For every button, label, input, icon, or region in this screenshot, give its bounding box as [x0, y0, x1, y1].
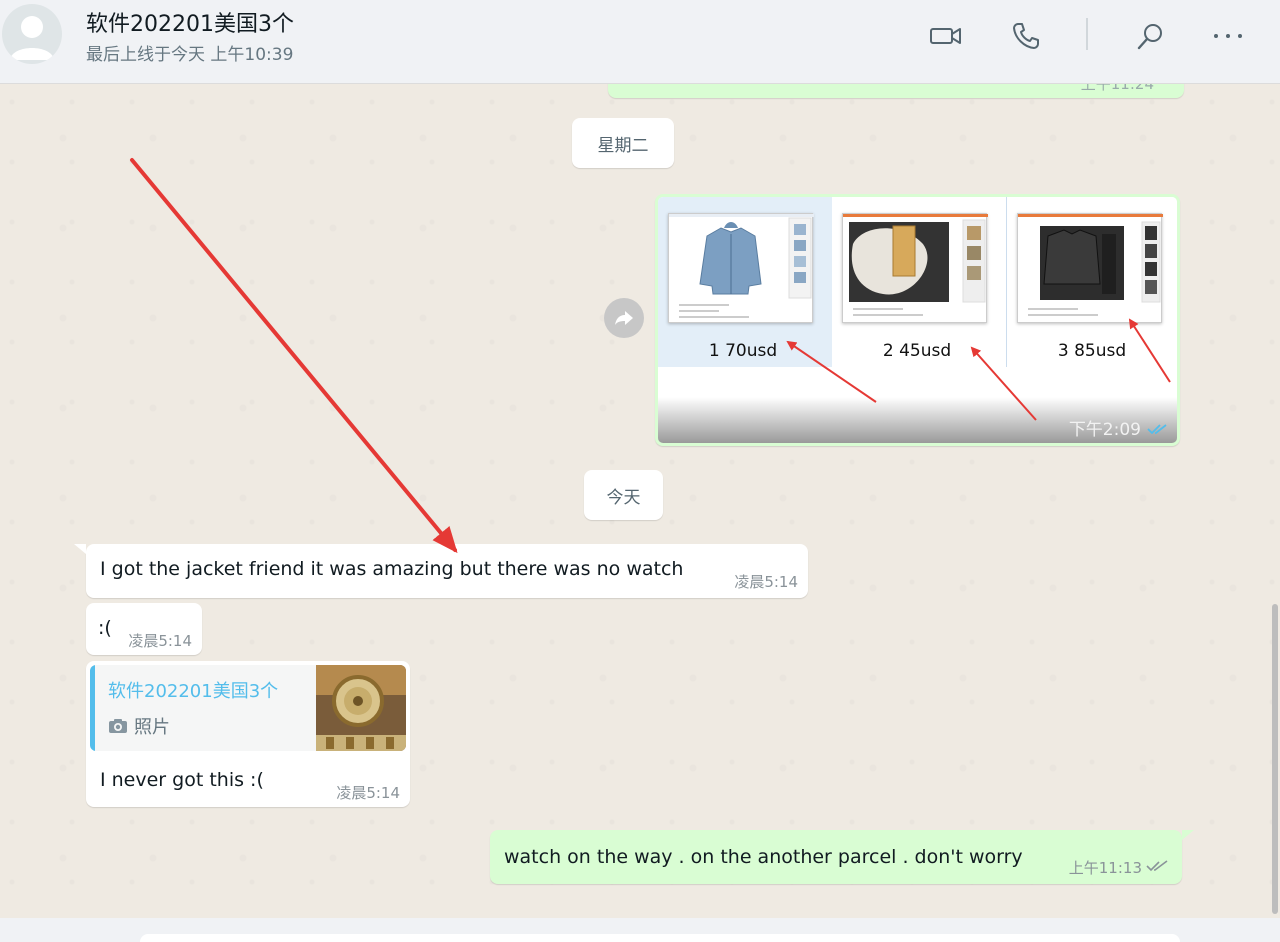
avatar[interactable] — [2, 4, 62, 64]
forward-icon — [615, 311, 633, 325]
bubble-tail — [74, 544, 86, 554]
date-separator: 星期二 — [572, 118, 674, 168]
search-icon — [1137, 24, 1162, 50]
scrollbar[interactable] — [1272, 604, 1278, 914]
voice-call-button[interactable] — [1006, 18, 1046, 54]
message-text: I got the jacket friend it was amazing b… — [100, 558, 684, 580]
message-time: 上午11:24 — [1080, 84, 1154, 93]
more-options-button[interactable] — [1208, 18, 1248, 54]
product-screenshot-jacket — [668, 213, 814, 323]
video-call-icon — [930, 28, 961, 44]
chat-header: 软件202201美国3个 最后上线于今天 上午10:39 — [0, 0, 1280, 84]
quoted-sender: 软件202201美国3个 — [108, 681, 279, 702]
message-text: :( — [98, 617, 112, 639]
product-screenshot-tracksuit — [1017, 213, 1163, 323]
message-time: 下午2:09 — [1068, 420, 1141, 440]
header-divider — [1086, 18, 1088, 50]
composer-bar — [0, 918, 1280, 942]
quoted-type-label: 照片 — [134, 717, 170, 738]
video-call-button[interactable] — [926, 18, 966, 54]
message-time: 凌晨5:14 — [336, 784, 400, 802]
price-label: 3 85usd — [1057, 341, 1127, 361]
bubble-tail — [1182, 830, 1194, 840]
quote-accent-bar — [90, 665, 95, 751]
album-thumbnail[interactable]: 3 85usd — [1006, 197, 1177, 367]
product-screenshot-watch — [842, 213, 988, 323]
image-album-message[interactable]: 1 70usd 2 45usd 3 85usd 下午2:09 — [655, 194, 1180, 446]
read-receipt-icon — [1146, 860, 1168, 872]
voice-call-icon — [1013, 23, 1039, 49]
message-incoming-reply[interactable]: 软件202201美国3个 照片 I never got this:(凌晨5:… — [86, 661, 410, 807]
last-seen-status: 最后上线于今天 上午10:39 — [86, 45, 294, 65]
message-time: 凌晨5:14 — [734, 573, 798, 591]
message-incoming[interactable]: I got the jacket friend it was amazing b… — [74, 544, 808, 598]
album-thumbnail[interactable]: 1 70usd — [658, 197, 832, 367]
message-incoming[interactable]: :( 凌晨5:14 — [86, 603, 202, 655]
price-label: 1 70usd — [708, 341, 778, 361]
quoted-message[interactable]: 软件202201美国3个 照片 — [90, 665, 406, 751]
message-text: I never got this :( — [100, 769, 264, 791]
message-input[interactable] — [140, 934, 1180, 942]
message-list[interactable]: 上午11:24 星期二 1 70usd 2 45usd 3 85usd 下午2:… — [0, 84, 1280, 918]
message-text: watch on the way . on the another parcel… — [504, 846, 1023, 868]
message-time: 凌晨5:14 — [128, 632, 192, 650]
message-time: 上午11:13 — [1068, 859, 1142, 877]
album-thumbnail[interactable]: 2 45usd — [832, 197, 1006, 367]
chat-title[interactable]: 软件202201美国3个 — [86, 6, 294, 38]
price-label: 2 45usd — [882, 341, 952, 361]
more-icon — [1214, 34, 1242, 38]
search-button[interactable] — [1130, 18, 1170, 54]
date-separator: 今天 — [584, 470, 663, 520]
camera-icon — [109, 719, 127, 733]
forward-button[interactable] — [604, 298, 644, 338]
quoted-watch-thumbnail — [316, 665, 406, 751]
message-outgoing[interactable]: watch on the way . on the another parcel… — [490, 830, 1194, 884]
quoted-type: 照片 — [108, 713, 170, 739]
read-receipt-icon — [1147, 424, 1167, 435]
message-outgoing-partial[interactable]: 上午11:24 — [608, 84, 1184, 98]
